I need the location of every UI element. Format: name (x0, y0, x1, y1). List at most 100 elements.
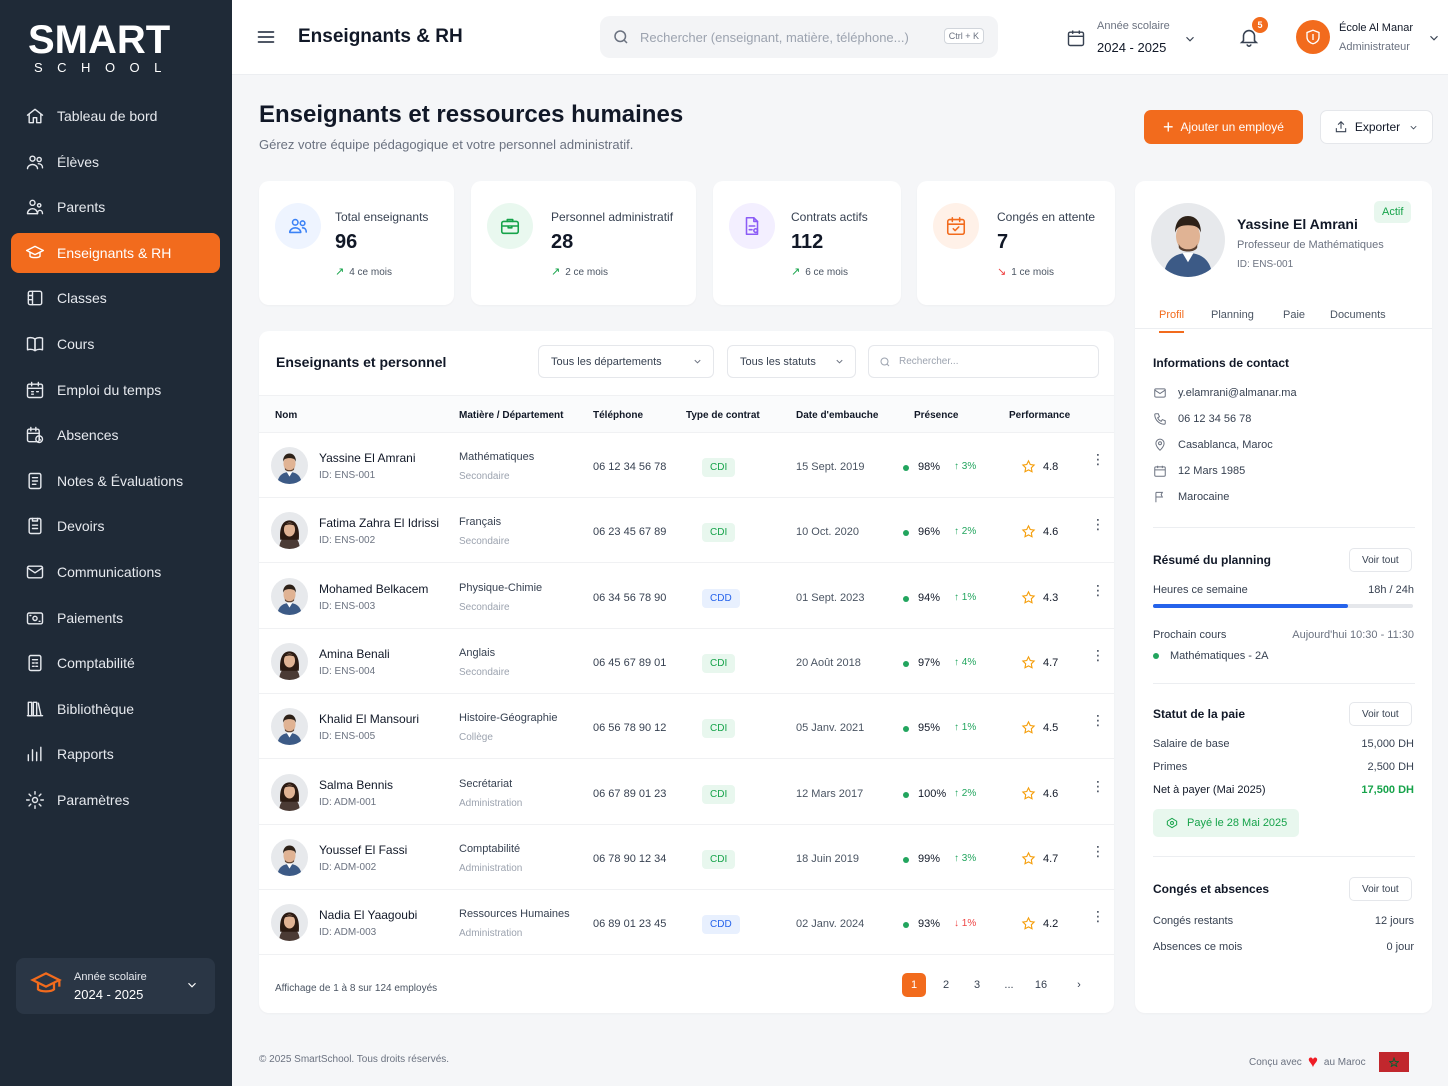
column-header[interactable]: Type de contrat (686, 410, 760, 421)
page-button[interactable]: 2 (934, 973, 958, 997)
add-employee-button[interactable]: + Ajouter un employé (1144, 110, 1303, 144)
sidebar-item-label: Enseignants & RH (57, 244, 172, 261)
notes-icon (25, 471, 45, 491)
logo[interactable]: SMART SCHOOL (28, 20, 188, 75)
more-options-icon[interactable]: ⋮ (1091, 779, 1105, 793)
presence-value: 95% (918, 722, 941, 735)
hours-progress-bar (1153, 604, 1413, 608)
notifications-button[interactable]: 5 (1238, 17, 1268, 53)
employee-name[interactable]: Youssef El Fassi (319, 843, 407, 857)
employee-name[interactable]: Salma Bennis (319, 778, 393, 792)
topbar-title: Enseignants & RH (298, 26, 463, 47)
pay-see-all-button[interactable]: Voir tout (1349, 702, 1412, 726)
more-options-icon[interactable]: ⋮ (1091, 517, 1105, 531)
stat-card: Congés en attente 7 ↘ 1 ce mois (917, 181, 1115, 305)
more-options-icon[interactable]: ⋮ (1091, 452, 1105, 466)
sidebar-item-devoirs[interactable]: Devoirs (11, 506, 220, 546)
global-search-input[interactable]: Rechercher (enseignant, matière, télépho… (600, 16, 998, 58)
contact-email[interactable]: y.elamrani@almanar.ma (1153, 386, 1297, 400)
table-row[interactable]: Fatima Zahra El Idrissi ID: ENS-002 França… (259, 498, 1114, 564)
column-header[interactable]: Date d'embauche (796, 410, 878, 421)
table-row[interactable]: Amina Benali ID: ENS-004 Anglais Secondaire… (259, 629, 1114, 694)
sidebar-item-absences[interactable]: Absences (11, 415, 220, 455)
sidebar-item-comptabilite[interactable]: Comptabilité (11, 643, 220, 683)
table-row[interactable]: Khalid El Mansouri ID: ENS-005 Histoire-Gé… (259, 694, 1114, 760)
employee-name[interactable]: Nadia El Yaagoubi (319, 908, 417, 922)
presence-dot (903, 595, 909, 602)
more-options-icon[interactable]: ⋮ (1091, 648, 1105, 662)
leave-see-all-button[interactable]: Voir tout (1349, 877, 1412, 901)
sidebar-item-eleves[interactable]: Élèves (11, 142, 220, 182)
sidebar-item-label: Cours (57, 335, 95, 352)
sidebar-item-classes[interactable]: Classes (11, 278, 220, 318)
next-page-icon[interactable]: › (1067, 973, 1091, 997)
employee-name[interactable]: Yassine El Amrani (319, 451, 416, 465)
hire-date: 20 Août 2018 (796, 656, 861, 669)
made-with-love: Conçu avec ♥ au Maroc (1249, 1052, 1409, 1072)
employee-name[interactable]: Khalid El Mansouri (319, 712, 419, 726)
menu-icon[interactable] (256, 27, 276, 52)
page-button[interactable]: 16 (1029, 973, 1053, 997)
sidebar-item-parents[interactable]: Parents (11, 187, 220, 227)
stat-card: Personnel administratif 28 ↗ 2 ce mois (471, 181, 696, 305)
trend-arrow-icon: ↗ (791, 266, 801, 278)
trend-arrow-icon: ↗ (335, 266, 345, 278)
table-row[interactable]: Nadia El Yaagoubi ID: ADM-003 Ressources H… (259, 890, 1114, 956)
employee-name[interactable]: Fatima Zahra El Idrissi (319, 516, 439, 530)
sidebar-item-tableau-de-bord[interactable]: Tableau de bord (11, 96, 220, 136)
school-role: Administrateur (1339, 41, 1410, 53)
leave-calendar-icon (933, 203, 979, 249)
tab-profil[interactable]: Profil (1159, 309, 1185, 333)
parents-icon (25, 197, 45, 217)
contract-badge: CDI (702, 849, 736, 869)
sidebar-item-bibliotheque[interactable]: Bibliothèque (11, 689, 220, 729)
page-button[interactable]: ... (997, 973, 1021, 997)
tab-planning[interactable]: Planning (1211, 309, 1254, 331)
sidebar-item-label: Devoirs (57, 518, 105, 535)
sidebar-item-rapports[interactable]: Rapports (11, 734, 220, 774)
school-year-selector[interactable]: Année scolaire 2024 - 2025 (16, 958, 215, 1014)
gear-icon (25, 790, 45, 810)
tab-documents[interactable]: Documents (1330, 309, 1386, 331)
sidebar-item-notes-evaluations[interactable]: Notes & Évaluations (11, 461, 220, 501)
base-salary-label: Salaire de base (1153, 738, 1230, 750)
more-options-icon[interactable]: ⋮ (1091, 844, 1105, 858)
contact-section-title: Informations de contact (1153, 356, 1290, 370)
table-row[interactable]: Youssef El Fassi ID: ADM-002 Comptabilité A… (259, 825, 1114, 890)
employee-name[interactable]: Amina Benali (319, 647, 390, 661)
column-header[interactable]: Téléphone (593, 410, 643, 421)
sidebar-item-cours[interactable]: Cours (11, 324, 220, 364)
avatar (271, 708, 308, 746)
sidebar-item-paiements[interactable]: Paiements (11, 598, 220, 638)
export-button[interactable]: Exporter (1320, 110, 1433, 144)
more-options-icon[interactable]: ⋮ (1091, 909, 1105, 923)
department-filter[interactable]: Tous les départements (538, 345, 714, 378)
employee-name[interactable]: Mohamed Belkacem (319, 582, 428, 596)
table-search-input[interactable]: Rechercher... (868, 345, 1099, 378)
sidebar-item-enseignants-rh[interactable]: Enseignants & RH (11, 232, 220, 273)
sidebar-item-communications[interactable]: Communications (11, 552, 220, 592)
sidebar-item-parametres[interactable]: Paramètres (11, 780, 220, 820)
presence-dot (903, 922, 909, 929)
presence-trend: ↑ 4% (954, 657, 976, 668)
table-row[interactable]: Salma Bennis ID: ADM-001 Secrétariat Admini… (259, 760, 1114, 825)
page-button[interactable]: 1 (902, 973, 926, 997)
table-row[interactable]: Mohamed Belkacem ID: ENS-003 Physique-Chim… (259, 564, 1114, 629)
planning-see-all-button[interactable]: Voir tout (1349, 548, 1412, 572)
sidebar: SMART SCHOOL Tableau de bord Élèves Parent… (0, 0, 232, 1086)
more-options-icon[interactable]: ⋮ (1091, 713, 1105, 727)
trend-arrow-icon: ↗ (551, 266, 561, 278)
more-options-icon[interactable]: ⋮ (1091, 583, 1105, 597)
column-header[interactable]: Matière / Département (459, 410, 563, 421)
presence-trend: ↑ 3% (954, 461, 976, 472)
employee-phone: 06 45 67 89 01 (593, 656, 667, 669)
column-header[interactable]: Présence (914, 410, 958, 421)
table-row[interactable]: Yassine El Amrani ID: ENS-001 Mathématique… (259, 433, 1114, 498)
sidebar-item-emploi-du-temps[interactable]: Emploi du temps (11, 370, 220, 410)
status-filter[interactable]: Tous les statuts (727, 345, 856, 378)
page-button[interactable]: 3 (965, 973, 989, 997)
next-course-time: Aujourd'hui 10:30 - 11:30 (1292, 629, 1414, 641)
tab-paie[interactable]: Paie (1283, 309, 1305, 331)
column-header[interactable]: Nom (275, 410, 297, 421)
column-header[interactable]: Performance (1009, 410, 1070, 421)
